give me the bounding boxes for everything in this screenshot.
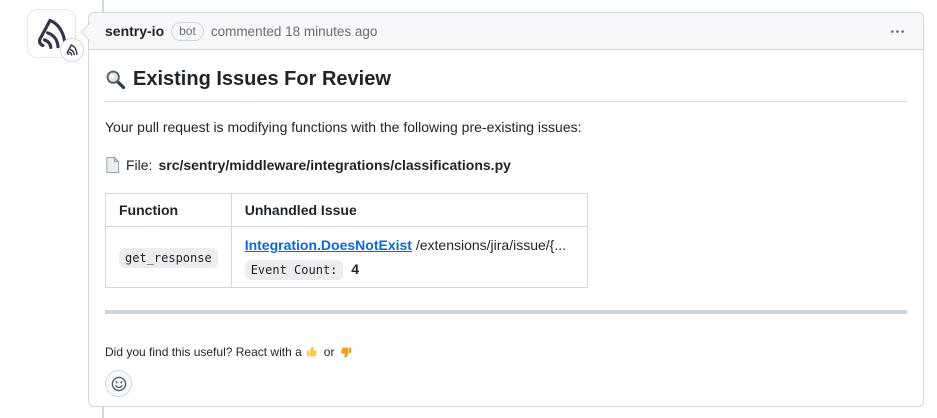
- issue-title-line: Integration.DoesNotExist /extensions/jir…: [245, 237, 574, 253]
- issue-link[interactable]: Integration.DoesNotExist: [245, 237, 412, 253]
- comment-header: sentry-io bot commented 18 minutes ago: [89, 13, 923, 50]
- event-count-value: 4: [351, 261, 359, 277]
- thumbs-down-icon: [338, 345, 352, 359]
- comment-card: sentry-io bot commented 18 minutes ago E…: [88, 12, 924, 407]
- comment-options-button[interactable]: [888, 20, 907, 43]
- author-link[interactable]: sentry-io: [105, 23, 164, 39]
- speech-caret: [80, 23, 90, 41]
- file-label: File:: [126, 157, 152, 173]
- section-divider: [105, 310, 907, 314]
- file-line: File: src/sentry/middleware/integrations…: [105, 156, 907, 174]
- avatar-bot-badge: [60, 38, 84, 62]
- section-title: Existing Issues For Review: [105, 68, 907, 102]
- issue-path-text: /extensions/jira/issue/{...: [416, 237, 566, 253]
- section-title-text: Existing Issues For Review: [133, 68, 391, 91]
- intro-text: Your pull request is modifying functions…: [105, 119, 907, 135]
- column-header-unhandled-issue: Unhandled Issue: [231, 194, 587, 227]
- thumbs-up-icon: [306, 345, 320, 359]
- magnifying-glass-icon: [105, 69, 126, 90]
- event-count-line: Event Count: 4: [245, 261, 574, 277]
- smiley-icon: [111, 376, 127, 392]
- table-row: get_response Integration.DoesNotExist /e…: [106, 227, 588, 288]
- feedback-prompt-text: Did you find this useful? React with a: [105, 345, 302, 359]
- kebab-horizontal-icon: [890, 24, 905, 39]
- page-facing-up-icon: [105, 156, 120, 174]
- comment-body: Existing Issues For Review Your pull req…: [89, 50, 923, 413]
- file-path: src/sentry/middleware/integrations/class…: [158, 157, 510, 173]
- bot-badge: bot: [171, 22, 204, 41]
- sentry-logo-small-icon: [65, 43, 79, 57]
- issue-cell: Integration.DoesNotExist /extensions/jir…: [231, 227, 587, 288]
- function-name-chip: get_response: [119, 248, 218, 268]
- column-header-function: Function: [106, 194, 232, 227]
- feedback-or-text: or: [324, 345, 335, 359]
- function-cell: get_response: [106, 227, 232, 288]
- add-reaction-button[interactable]: [105, 370, 132, 397]
- comment-timestamp: commented 18 minutes ago: [211, 24, 378, 39]
- feedback-prompt: Did you find this useful? React with a o…: [105, 345, 907, 359]
- issues-table: Function Unhandled Issue get_response In…: [105, 193, 588, 288]
- event-count-label-chip: Event Count:: [245, 260, 344, 280]
- table-header-row: Function Unhandled Issue: [106, 194, 588, 227]
